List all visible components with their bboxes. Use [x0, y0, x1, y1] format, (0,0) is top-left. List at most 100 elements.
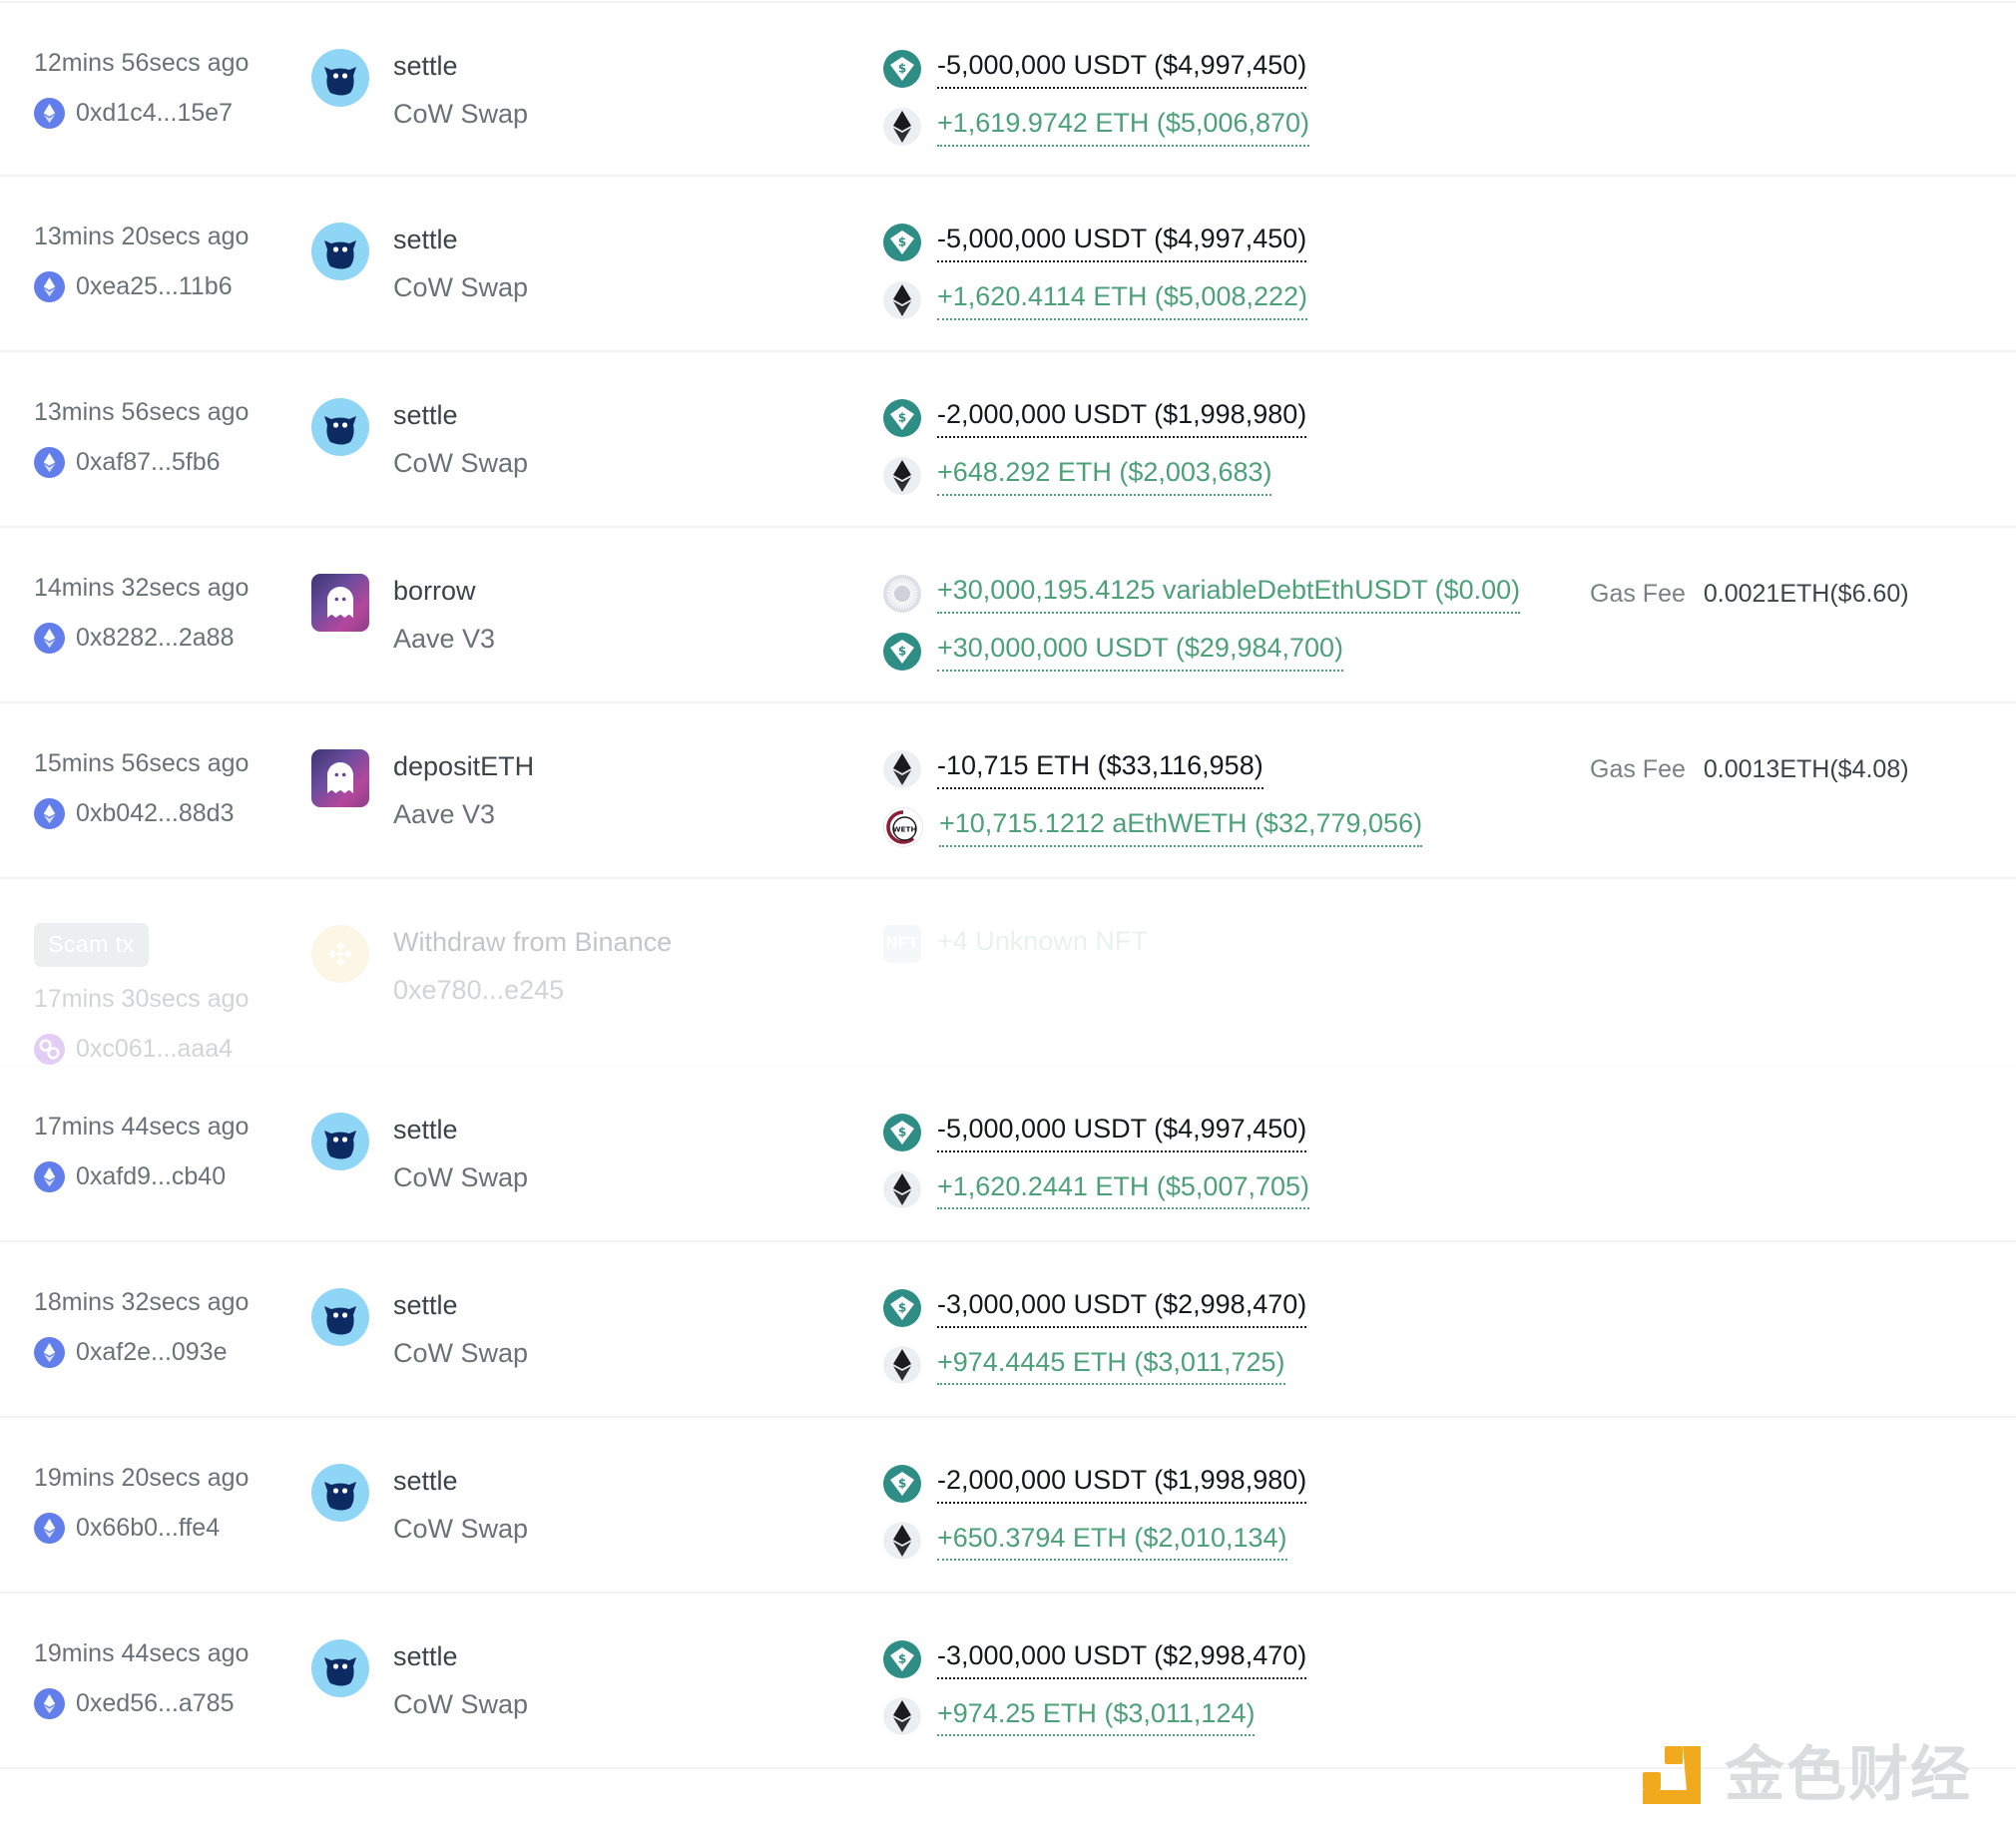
svg-text:$: $	[898, 61, 906, 75]
protocol-name[interactable]: CoW Swap	[393, 1687, 528, 1722]
amount-value[interactable]: +10,715.1212 aEthWETH ($32,779,056)	[939, 807, 1423, 847]
amount-value[interactable]: +648.292 ETH ($2,003,683)	[937, 456, 1272, 496]
amount-value[interactable]: +4 Unknown NFT	[937, 925, 1148, 963]
amount-value[interactable]: +650.3794 ETH ($2,010,134)	[937, 1522, 1287, 1562]
protocol-name[interactable]: CoW Swap	[393, 270, 528, 305]
gas-fee-value: 0.0013ETH($4.08)	[1703, 755, 1909, 783]
amount-value[interactable]: +1,619.9742 ETH ($5,006,870)	[937, 107, 1310, 147]
tx-hash-line[interactable]: 0xc061...aaa4	[34, 1033, 299, 1065]
tx-hash-line[interactable]: 0xafd9...cb40	[34, 1160, 299, 1192]
tx-hash[interactable]: 0x66b0...ffe4	[76, 1514, 220, 1543]
method-name[interactable]: settle	[393, 1639, 528, 1674]
protocol-name[interactable]: CoW Swap	[393, 1160, 528, 1195]
protocol-name[interactable]: CoW Swap	[393, 446, 528, 481]
amount-value[interactable]: -5,000,000 USDT ($4,997,450)	[937, 49, 1307, 89]
time-hash-cell: 14mins 32secs ago 0x8282...2a88	[0, 572, 299, 654]
usdt-icon: $	[883, 1113, 921, 1151]
table-row[interactable]: 17mins 44secs ago 0xafd9...cb40 settle C…	[0, 1067, 2016, 1242]
eth-icon	[883, 280, 921, 319]
tx-hash[interactable]: 0xc061...aaa4	[76, 1035, 233, 1064]
protocol-name[interactable]: Aave V3	[393, 622, 495, 657]
ethereum-icon	[34, 1512, 65, 1544]
tx-hash[interactable]: 0xea25...11b6	[76, 272, 233, 301]
table-row[interactable]: 13mins 20secs ago 0xea25...11b6 settle C…	[0, 177, 2016, 352]
amount-line: +1,620.4114 ETH ($5,008,222)	[883, 280, 1572, 320]
tx-hash[interactable]: 0xaf2e...093e	[76, 1338, 228, 1367]
tx-hash[interactable]: 0x8282...2a88	[76, 624, 234, 653]
binance-icon	[311, 925, 369, 983]
amount-value[interactable]: +1,620.4114 ETH ($5,008,222)	[937, 280, 1308, 320]
tx-hash[interactable]: 0xaf87...5fb6	[76, 448, 221, 477]
eth-icon	[883, 1346, 921, 1385]
method-name[interactable]: Withdraw from Binance	[393, 925, 672, 960]
table-row[interactable]: 19mins 20secs ago 0x66b0...ffe4 settle C…	[0, 1418, 2016, 1594]
timestamp: 17mins 44secs ago	[34, 1112, 250, 1141]
aave-icon	[311, 749, 369, 807]
amount-value[interactable]: -2,000,000 USDT ($1,998,980)	[937, 1464, 1307, 1504]
tx-hash-line[interactable]: 0x66b0...ffe4	[34, 1512, 299, 1544]
timestamp: 13mins 56secs ago	[34, 398, 250, 426]
protocol-name[interactable]: CoW Swap	[393, 1336, 528, 1371]
amount-value[interactable]: -5,000,000 USDT ($4,997,450)	[937, 223, 1307, 262]
method-name[interactable]: settle	[393, 398, 528, 433]
tx-hash-line[interactable]: 0xd1c4...15e7	[34, 97, 299, 129]
amount-value[interactable]: -3,000,000 USDT ($2,998,470)	[937, 1288, 1307, 1328]
amount-line: $ -2,000,000 USDT ($1,998,980)	[883, 1464, 1572, 1504]
amount-value[interactable]: -5,000,000 USDT ($4,997,450)	[937, 1113, 1307, 1152]
gas-fee-label: Gas Fee	[1590, 755, 1686, 783]
method-name[interactable]: settle	[393, 223, 528, 257]
cow-swap-icon	[311, 223, 369, 280]
method-cell: depositETH Aave V3	[299, 747, 883, 832]
tx-hash[interactable]: 0xafd9...cb40	[76, 1162, 226, 1191]
protocol-name[interactable]: 0xe780...e245	[393, 973, 672, 1008]
gas-fee-cell	[1572, 47, 2016, 55]
protocol-name[interactable]: Aave V3	[393, 797, 534, 832]
time-hash-cell: 15mins 56secs ago 0xb042...88d3	[0, 747, 299, 829]
amount-value[interactable]: +1,620.2441 ETH ($5,007,705)	[937, 1170, 1310, 1210]
table-row[interactable]: Scam tx 17mins 30secs ago 0xc061...aaa4 …	[0, 879, 2016, 1067]
method-text: settle CoW Swap	[393, 1462, 528, 1547]
table-row[interactable]: 14mins 32secs ago 0x8282...2a88 borrow A…	[0, 528, 2016, 703]
tx-hash[interactable]: 0xed56...a785	[76, 1689, 234, 1718]
amount-line: +1,620.2441 ETH ($5,007,705)	[883, 1170, 1572, 1210]
cow-swap-icon	[311, 1638, 369, 1697]
amount-value[interactable]: +30,000,195.4125 variableDebtEthUSDT ($0…	[937, 574, 1521, 614]
amount-value[interactable]: -2,000,000 USDT ($1,998,980)	[937, 398, 1307, 438]
method-name[interactable]: borrow	[393, 574, 495, 609]
ethereum-icon	[34, 1687, 65, 1719]
eth-icon	[883, 456, 921, 495]
table-row[interactable]: 15mins 56secs ago 0xb042...88d3 depositE…	[0, 703, 2016, 879]
tx-hash-line[interactable]: 0x8282...2a88	[34, 622, 299, 654]
amounts-cell: $ -3,000,000 USDT ($2,998,470) +974.25 E…	[883, 1637, 1572, 1737]
svg-text:$: $	[898, 1651, 906, 1665]
protocol-name[interactable]: CoW Swap	[393, 1512, 528, 1547]
protocol-name[interactable]: CoW Swap	[393, 97, 528, 132]
eth-icon	[883, 1697, 921, 1736]
tx-hash-line[interactable]: 0xea25...11b6	[34, 270, 299, 302]
amount-value[interactable]: -10,715 ETH ($33,116,958)	[937, 749, 1263, 789]
method-cell: settle CoW Swap	[299, 1462, 883, 1547]
amount-value[interactable]: +30,000,000 USDT ($29,984,700)	[937, 632, 1344, 672]
time-hash-cell: 17mins 44secs ago 0xafd9...cb40	[0, 1111, 299, 1192]
amount-value[interactable]: +974.4445 ETH ($3,011,725)	[937, 1346, 1285, 1386]
method-name[interactable]: depositETH	[393, 749, 534, 784]
table-row[interactable]: 12mins 56secs ago 0xd1c4...15e7 settle C…	[0, 1, 2016, 177]
timestamp: 18mins 32secs ago	[34, 1287, 250, 1316]
tx-hash-line[interactable]: 0xaf87...5fb6	[34, 446, 299, 478]
usdt-icon: $	[883, 632, 921, 671]
amount-value[interactable]: +974.25 ETH ($3,011,124)	[937, 1697, 1256, 1737]
table-row[interactable]: 13mins 56secs ago 0xaf87...5fb6 settle C…	[0, 352, 2016, 528]
tx-hash-line[interactable]: 0xed56...a785	[34, 1687, 299, 1719]
method-name[interactable]: settle	[393, 1464, 528, 1499]
amount-value[interactable]: -3,000,000 USDT ($2,998,470)	[937, 1639, 1307, 1679]
tx-hash-line[interactable]: 0xaf2e...093e	[34, 1336, 299, 1368]
table-row[interactable]: 18mins 32secs ago 0xaf2e...093e settle C…	[0, 1242, 2016, 1418]
method-name[interactable]: settle	[393, 49, 528, 84]
tx-hash[interactable]: 0xd1c4...15e7	[76, 99, 233, 128]
eth-icon	[883, 107, 921, 146]
method-name[interactable]: settle	[393, 1113, 528, 1147]
tx-hash[interactable]: 0xb042...88d3	[76, 799, 234, 828]
cow-swap-icon	[311, 1287, 369, 1346]
tx-hash-line[interactable]: 0xb042...88d3	[34, 797, 299, 829]
method-name[interactable]: settle	[393, 1288, 528, 1323]
